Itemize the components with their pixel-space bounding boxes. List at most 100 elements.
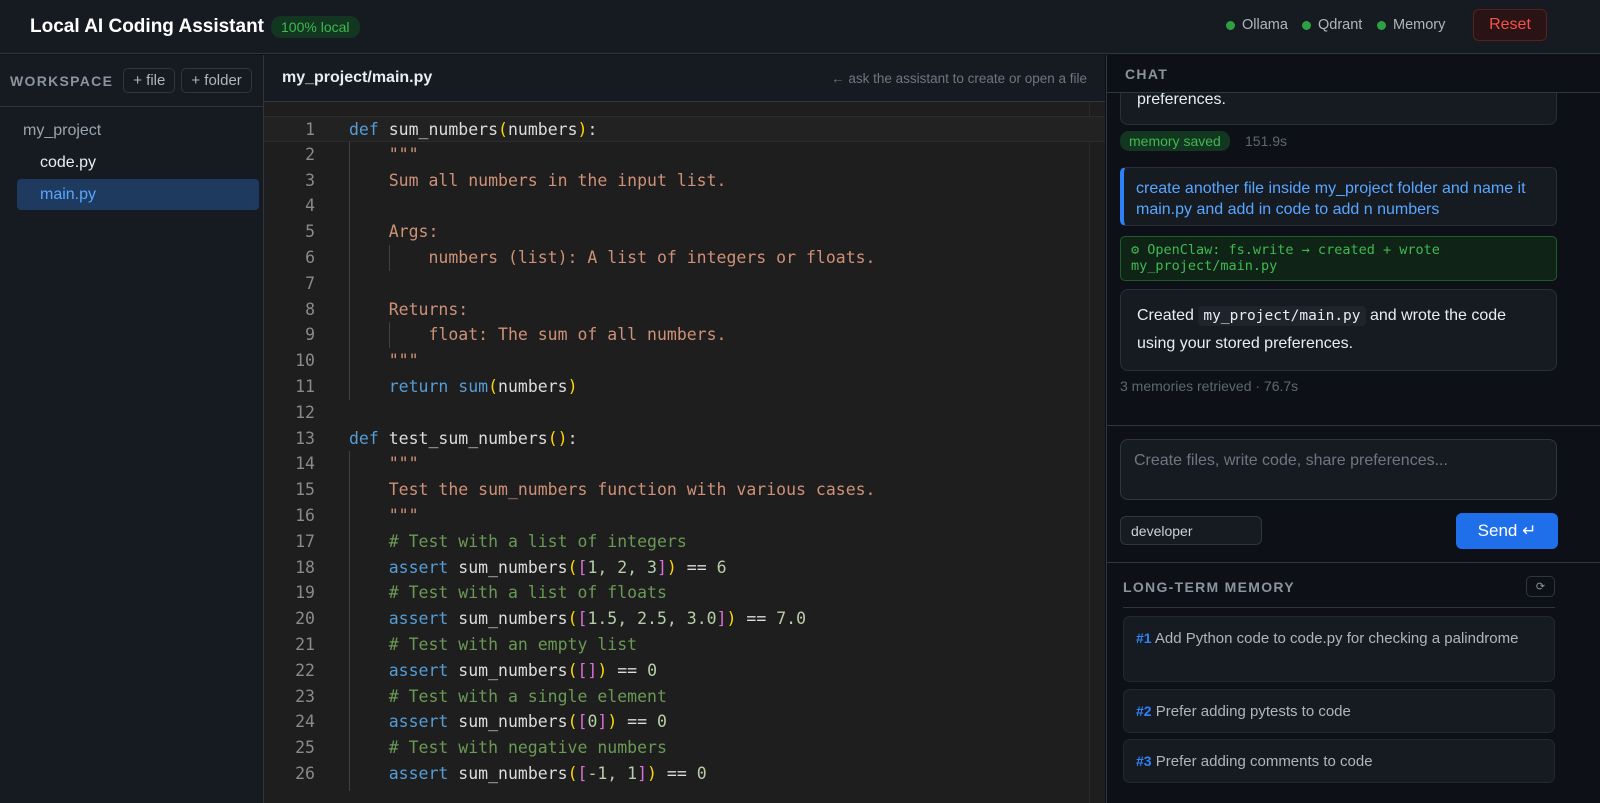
code-token: float: The sum of all numbers. [349, 325, 727, 345]
code-line[interactable]: 17 # Test with a list of integers [264, 529, 1105, 555]
line-number: 19 [295, 583, 315, 603]
line-number: 15 [295, 480, 315, 500]
code-token: ] [716, 609, 727, 629]
code-line[interactable]: 2 """ [264, 142, 1105, 168]
workspace-title: WORKSPACE [10, 72, 114, 89]
code-line[interactable]: 8 Returns: [264, 297, 1105, 323]
code-token: numbers [498, 376, 568, 396]
user-id-field[interactable]: developer [1120, 516, 1262, 545]
code-line[interactable]: 25 # Test with negative numbers [264, 735, 1105, 761]
code-line[interactable]: 3 Sum all numbers in the input list. [264, 168, 1105, 194]
code-token: 1.5, 2.5, 3.0 [587, 609, 717, 629]
status-dot-icon [1302, 20, 1311, 30]
line-number: 12 [295, 402, 315, 422]
code-line[interactable]: 26 assert sum_numbers([-1, 1]) == 0 [264, 761, 1105, 787]
code-line[interactable]: 4 [264, 193, 1105, 219]
code-token: test_sum_numbers [378, 428, 548, 448]
line-number: 20 [295, 609, 315, 629]
code-token: ) [567, 376, 578, 396]
memory-item: #1 Add Python code to code.py for checki… [1123, 616, 1555, 682]
file-code-py[interactable]: code.py [17, 147, 259, 178]
folder-my-project[interactable]: my_project [23, 122, 101, 140]
code-line[interactable]: 21 # Test with an empty list [264, 632, 1105, 658]
line-number: 13 [295, 428, 315, 448]
code-token: == [736, 609, 777, 629]
line-content: # Test with a list of integers [349, 529, 687, 555]
code-token: assert [349, 557, 449, 577]
line-content: # Test with an empty list [349, 632, 637, 658]
code-token: assert [349, 609, 449, 629]
code-line[interactable]: 15 Test the sum_numbers function with va… [264, 477, 1105, 503]
code-line[interactable]: 7 [264, 271, 1105, 297]
memory-number: #1 [1136, 630, 1152, 646]
code-line[interactable]: 13 def test_sum_numbers(): [264, 426, 1105, 452]
line-content: """ [349, 451, 419, 477]
status-label: Memory [1393, 17, 1446, 33]
file-main-py[interactable]: main.py [17, 179, 259, 210]
code-line[interactable]: 22 assert sum_numbers([]) == 0 [264, 658, 1105, 684]
code-token: ] [637, 763, 648, 783]
code-line[interactable]: 1 def sum_numbers(numbers): [264, 116, 1105, 142]
add-folder-button[interactable]: + folder [181, 68, 252, 93]
code-token: 0 [647, 660, 657, 680]
code-token: : [587, 120, 598, 139]
code-token: sum_numbers [448, 609, 568, 629]
code-line[interactable]: 24 assert sum_numbers([0]) == 0 [264, 709, 1105, 735]
code-token: 6 [716, 557, 727, 577]
line-number: 24 [295, 712, 315, 732]
code-token: def [349, 120, 379, 139]
code-line[interactable]: 16 """ [264, 503, 1105, 529]
code-line[interactable]: 18 assert sum_numbers([1, 2, 3]) == 6 [264, 555, 1105, 581]
refresh-icon[interactable]: ⟳ [1526, 576, 1555, 597]
code-line[interactable]: 10 """ [264, 348, 1105, 374]
send-button[interactable]: Send ↵ [1456, 513, 1558, 549]
code-token: ] [597, 712, 608, 732]
line-number: 5 [305, 222, 315, 242]
code-token: [] [577, 660, 598, 680]
add-file-button[interactable]: + file [123, 68, 176, 93]
code-token: 0 [696, 763, 707, 783]
code-token: () [547, 428, 568, 448]
code-lines[interactable]: 1 def sum_numbers(numbers): 2 """ 3 Sum all… [264, 116, 1105, 791]
reset-button[interactable]: Reset [1473, 9, 1547, 41]
code-line[interactable]: 9 float: The sum of all numbers. [264, 322, 1105, 348]
code-token: Sum all numbers in the input list. [349, 170, 727, 190]
code-token: # Test with an empty list [349, 634, 638, 654]
code-editor[interactable]: my_project/main.py ← ask the assistant t… [264, 55, 1105, 803]
code-token: def [349, 428, 379, 448]
workspace-sidebar: WORKSPACE + file + folder my_project cod… [0, 55, 264, 803]
memory-item: #2 Prefer adding pytests to code [1123, 689, 1555, 733]
code-line[interactable]: 12 [264, 400, 1105, 426]
code-token: sum_numbers [448, 712, 568, 732]
code-line[interactable]: 14 """ [264, 451, 1105, 477]
line-content: """ [349, 142, 419, 168]
code-token: ] [656, 557, 667, 577]
code-token: == [676, 557, 717, 577]
line-content: assert sum_numbers([1.5, 2.5, 3.0]) == 7… [349, 606, 806, 632]
code-token: == [656, 763, 697, 783]
local-badge: 100% local [271, 15, 360, 38]
line-number: 16 [295, 505, 315, 525]
code-line[interactable]: 11 return sum(numbers) [264, 374, 1105, 400]
chat-input[interactable]: Create files, write code, share preferen… [1120, 439, 1557, 500]
code-line[interactable]: 5 Args: [264, 219, 1105, 245]
line-number: 14 [295, 454, 315, 474]
code-token: ) [597, 660, 608, 680]
code-token: Test the sum_numbers function with vario… [349, 480, 876, 500]
code-line[interactable]: 19 # Test with a list of floats [264, 580, 1105, 606]
line-content: numbers (list): A list of integers or fl… [349, 245, 875, 271]
tool-call-message: ⚙ OpenClaw: fs.write → created + wrote m… [1120, 236, 1557, 281]
line-number: 23 [295, 686, 315, 706]
chat-panel: CHAT preferences. memory saved 151.9s cr… [1106, 55, 1600, 803]
code-token: == [607, 660, 648, 680]
code-line[interactable]: 6 numbers (list): A list of integers or … [264, 245, 1105, 271]
status-label: Qdrant [1318, 17, 1363, 33]
top-bar: Local AI Coding Assistant 100% local Oll… [0, 0, 1600, 54]
code-token: -1, 1 [587, 763, 638, 783]
code-line[interactable]: 23 # Test with a single element [264, 684, 1105, 710]
code-token: ( [567, 712, 578, 732]
code-line[interactable]: 20 assert sum_numbers([1.5, 2.5, 3.0]) =… [264, 606, 1105, 632]
line-number: 22 [295, 660, 315, 680]
line-number: 3 [305, 170, 315, 190]
